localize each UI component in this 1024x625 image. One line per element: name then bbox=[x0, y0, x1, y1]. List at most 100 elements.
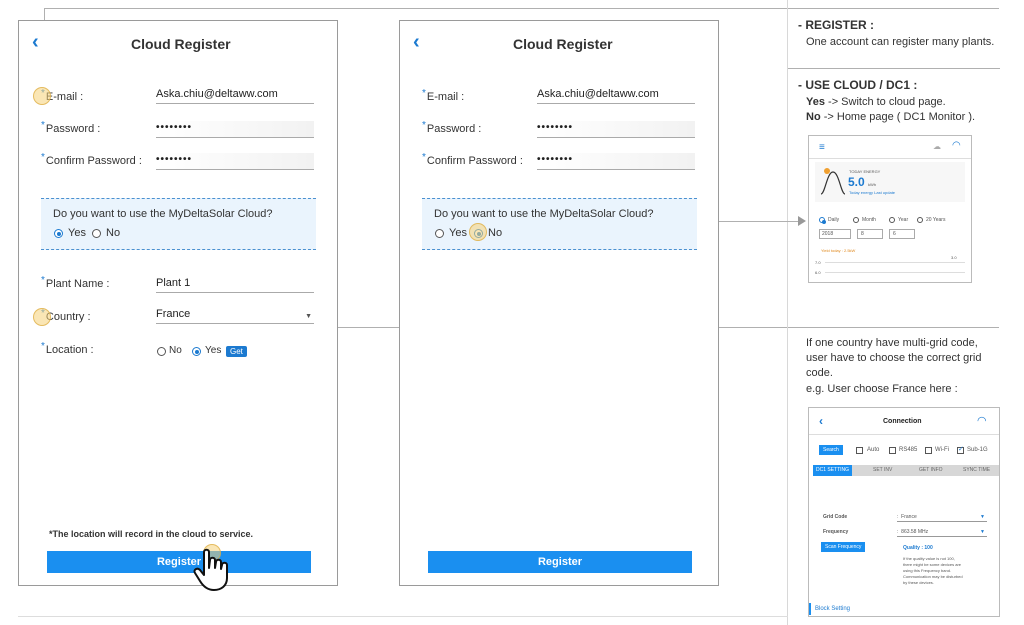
grid-code-select: : France ▼ bbox=[897, 514, 987, 522]
tab-set-inv: SET INV bbox=[873, 467, 893, 473]
yes-description: Yes -> Switch to cloud page. bbox=[806, 96, 946, 108]
email-field[interactable]: Aska.chiu@deltaww.com bbox=[537, 87, 695, 104]
connection-title: Connection bbox=[883, 418, 922, 425]
daily-label: Daily bbox=[828, 217, 840, 223]
wifi-checkbox bbox=[925, 447, 932, 454]
register-button[interactable]: Register bbox=[428, 551, 692, 573]
rs485-label: RS485 bbox=[899, 447, 918, 453]
connection-thumbnail: ‹ Connection ◠ Search Auto RS485 Wi-Fi S… bbox=[808, 407, 1000, 617]
20years-radio[interactable] bbox=[917, 217, 923, 223]
year-select[interactable]: 2018 bbox=[819, 229, 851, 239]
chart-top-value: 3.0 bbox=[951, 255, 957, 260]
chart-y2: 6.0 bbox=[815, 270, 821, 275]
cloud-no-label: No bbox=[106, 227, 121, 239]
month-radio[interactable] bbox=[853, 217, 859, 223]
page-title: Cloud Register bbox=[513, 36, 613, 52]
chart-legend: Yield today : 2.5kW bbox=[821, 248, 856, 253]
year-label: Year bbox=[898, 217, 909, 223]
dropdown-caret-icon: ▼ bbox=[305, 313, 312, 320]
confirm-password-field[interactable]: •••••••• bbox=[156, 153, 314, 170]
get-location-button[interactable]: Get bbox=[226, 346, 247, 357]
bottom-line bbox=[18, 616, 788, 617]
confirm-password-field[interactable]: •••••••• bbox=[537, 153, 695, 170]
wifi-icon: ◠ bbox=[977, 415, 987, 427]
thumb-header bbox=[809, 136, 971, 159]
header-divider bbox=[809, 434, 999, 435]
quality-desc-1: If the quality value is not 100, bbox=[903, 556, 955, 561]
cloud-yes-radio[interactable] bbox=[435, 229, 444, 238]
password-label: *Password : bbox=[422, 120, 482, 135]
20years-label: 20 Years bbox=[926, 217, 946, 223]
dc1-monitor-thumbnail: ≡ ☁ ◠ TODAY ENERGY 5.0 kWh Today energy … bbox=[808, 135, 972, 283]
grid-line-1: If one country have multi-grid code, bbox=[806, 337, 978, 349]
tab-dc1-setting: DC1 SETTING bbox=[813, 465, 853, 476]
register-button[interactable]: Register bbox=[47, 551, 311, 573]
location-note: *The location will record in the cloud t… bbox=[49, 529, 254, 539]
block-setting-label: Block Setting bbox=[815, 606, 851, 612]
password-field[interactable]: •••••••• bbox=[537, 121, 695, 138]
day-select[interactable]: 6 bbox=[889, 229, 915, 239]
daily-radio[interactable] bbox=[819, 217, 826, 224]
use-cloud-heading: - USE CLOUD / DC1 : bbox=[798, 78, 918, 92]
quality-desc-5: by these devices. bbox=[903, 580, 934, 585]
month-label: Month bbox=[862, 217, 876, 223]
wifi-label: Wi-Fi bbox=[935, 447, 949, 453]
grid-line-4: e.g. User choose France here : bbox=[806, 383, 958, 395]
month-select[interactable]: 8 bbox=[857, 229, 883, 239]
cloud-question: Do you want to use the MyDeltaSolar Clou… bbox=[434, 208, 654, 220]
cloud-no-radio[interactable] bbox=[92, 229, 101, 238]
middle-register-panel: ‹ Cloud Register *E-mail : Aska.chiu@del… bbox=[399, 20, 719, 586]
quality-desc-3: using this Frequency band. bbox=[903, 568, 952, 573]
location-no-radio[interactable] bbox=[157, 347, 166, 356]
dropdown-caret-icon: ▼ bbox=[980, 514, 985, 520]
country-select[interactable]: France ▼ bbox=[156, 307, 314, 324]
auto-checkbox bbox=[856, 447, 863, 454]
location-no-label: No bbox=[169, 345, 182, 356]
grid-line-3: code. bbox=[806, 367, 833, 379]
email-field[interactable]: Aska.chiu@deltaww.com bbox=[156, 87, 314, 104]
location-yes-radio[interactable] bbox=[192, 347, 201, 356]
hand-cursor-icon bbox=[193, 548, 228, 591]
grid-code-label: Grid Code bbox=[823, 514, 848, 520]
password-field[interactable]: •••••••• bbox=[156, 121, 314, 138]
register-heading: - REGISTER : bbox=[798, 18, 875, 32]
confirm-password-label: *Confirm Password : bbox=[422, 152, 523, 167]
connector-top bbox=[44, 8, 999, 9]
tab-bar: DC1 SETTING SET INV GET INFO SYNC TIME bbox=[813, 465, 999, 476]
cloud-no-label: No bbox=[488, 227, 503, 239]
energy-unit: kWh bbox=[868, 182, 876, 187]
sun-curve-icon bbox=[820, 168, 846, 195]
cloud-icon: ☁ bbox=[933, 142, 941, 151]
cloud-question: Do you want to use the MyDeltaSolar Clou… bbox=[53, 208, 273, 220]
quality-desc-2: there might be some devices are bbox=[903, 562, 962, 567]
divider-register bbox=[788, 68, 1000, 69]
highlight-no bbox=[469, 223, 487, 241]
back-chevron-icon[interactable]: ‹ bbox=[32, 32, 39, 52]
back-chevron-icon[interactable]: ‹ bbox=[413, 32, 420, 52]
auto-label: Auto bbox=[867, 447, 880, 453]
year-radio[interactable] bbox=[889, 217, 895, 223]
frequency-label: Frequency bbox=[823, 529, 849, 535]
quality-desc-4: Communication may be disturbed bbox=[903, 574, 963, 579]
confirm-password-label: *Confirm Password : bbox=[41, 152, 142, 167]
energy-value: 5.0 bbox=[848, 175, 865, 189]
scan-frequency-button: Scan Frequency bbox=[821, 542, 866, 552]
quality-value: Quality : 100 bbox=[903, 545, 933, 551]
cloud-yes-label: Yes bbox=[68, 227, 86, 239]
password-label: *Password : bbox=[41, 120, 101, 135]
plant-name-label: *Plant Name : bbox=[41, 275, 110, 290]
chart-gridline bbox=[825, 272, 965, 273]
grid-line-2: user have to choose the correct grid bbox=[806, 352, 982, 364]
rs485-checkbox bbox=[889, 447, 896, 454]
arrow-head-icon bbox=[798, 216, 806, 226]
chart-y1: 7.0 bbox=[815, 260, 821, 265]
cloud-yes-radio[interactable] bbox=[54, 229, 63, 238]
plant-name-field[interactable]: Plant 1 bbox=[156, 276, 314, 293]
email-label: *E-mail : bbox=[422, 88, 465, 103]
no-description: No -> Home page ( DC1 Monitor ). bbox=[806, 111, 976, 123]
tab-get-info: GET INFO bbox=[919, 467, 943, 473]
highlight-email bbox=[33, 87, 51, 105]
block-setting-bar bbox=[809, 603, 811, 615]
highlight-country bbox=[33, 308, 51, 326]
back-chevron-icon: ‹ bbox=[819, 414, 823, 428]
